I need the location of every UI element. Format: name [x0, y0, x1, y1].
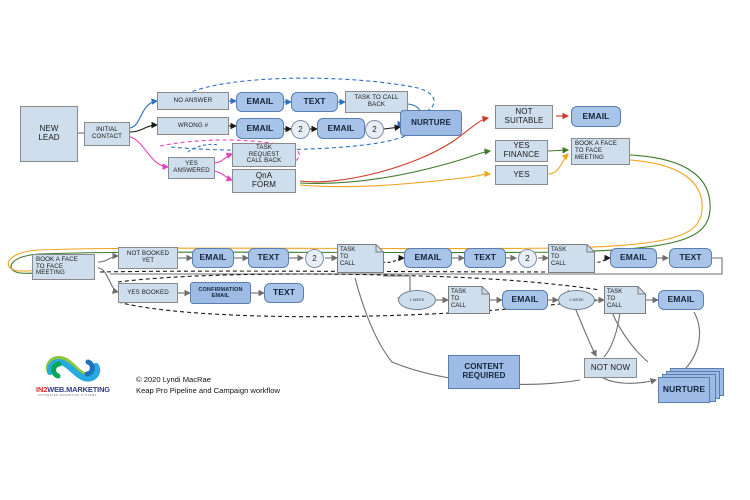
wordmark-part-marketing: MARKETING: [66, 385, 110, 394]
node-wait-1-week-2[interactable]: 1 WEEK: [558, 290, 595, 310]
node-text-row2-3[interactable]: TEXT: [669, 248, 712, 268]
edge-task1-down: [354, 277, 393, 363]
node-text-row2-1[interactable]: TEXT: [248, 248, 289, 268]
node-yes-answered[interactable]: YES ANSWERED: [168, 157, 215, 179]
node-label: TASK TO CALL: [607, 289, 623, 310]
wordmark-part-in2: IN2: [36, 385, 48, 394]
edge-task1-email2-dashed: [381, 254, 406, 263]
node-nurture-row1[interactable]: NURTURE: [400, 110, 462, 136]
edge-task4-down2: [611, 311, 649, 363]
node-wrong-number[interactable]: WRONG #: [157, 117, 229, 135]
edge-yes-qna: [213, 170, 234, 182]
subtitle-line: Keap Pro Pipeline and Campaign workflow: [136, 386, 280, 395]
node-task-to-call-back[interactable]: TASK TO CALL BACK: [345, 91, 408, 113]
node-book-face-to-face-row1[interactable]: BOOK A FACE TO FACE MEETING: [571, 138, 630, 165]
edge-yesfinance-book: [547, 146, 570, 154]
node-label: TASK TO CALL: [551, 247, 567, 268]
node-email-row1-c[interactable]: EMAIL: [317, 118, 365, 139]
node-email-row1-b[interactable]: EMAIL: [236, 118, 284, 139]
node-text-confirmation[interactable]: TEXT: [264, 283, 304, 303]
edge-task4-notnow: [603, 311, 621, 358]
node-text-row1-a[interactable]: TEXT: [291, 92, 338, 112]
node-initial-contact[interactable]: INITIAL CONTACT: [84, 122, 130, 146]
edge-book-notbooked: [97, 252, 120, 263]
node-counter-row2-1[interactable]: 2: [305, 249, 324, 268]
node-no-answer[interactable]: NO ANSWER: [157, 92, 229, 110]
node-wait-1-week-1[interactable]: 1 WEEK: [398, 290, 436, 310]
node-content-required[interactable]: CONTENT REQUIRED: [448, 355, 520, 389]
node-not-booked-yet[interactable]: NOT BOOKED YET: [118, 247, 178, 269]
node-email-row2-2[interactable]: EMAIL: [404, 248, 452, 268]
edge-counter2-nurture: [383, 124, 402, 131]
in2web-wordmark: IN2WEB.MARKETING: [36, 385, 120, 394]
node-not-now[interactable]: NOT NOW: [584, 358, 637, 378]
node-new-lead[interactable]: NEW LEAD: [20, 106, 78, 162]
credit-block: © 2020 Lyndi MacRae Keap Pro Pipeline an…: [136, 374, 280, 396]
node-yes-finance[interactable]: YES FINANCE: [495, 140, 548, 162]
node-counter-row1-1[interactable]: 2: [291, 120, 310, 139]
edge-initial-noanswer: [129, 98, 159, 129]
node-counter-row2-2[interactable]: 2: [518, 249, 537, 268]
node-book-face-to-face-row2[interactable]: BOOK A FACE TO FACE MEETING: [32, 254, 95, 280]
node-task-to-call-row2-4[interactable]: TASK TO CALL: [604, 286, 646, 314]
node-label: TASK TO CALL: [340, 247, 356, 268]
logo-tagline: AUTOMATED MARKETING SYSTEMS: [38, 394, 97, 397]
edge-yes-book: [547, 153, 569, 175]
node-email-row2-1[interactable]: EMAIL: [192, 248, 234, 268]
wordmark-part-web: WEB.: [47, 385, 67, 394]
node-email-not-suitable[interactable]: EMAIL: [571, 106, 621, 127]
node-task-to-call-row2-1[interactable]: TASK TO CALL: [337, 244, 384, 273]
node-task-to-call-row2-3[interactable]: TASK TO CALL: [448, 286, 490, 314]
node-label: TASK TO CALL: [451, 289, 467, 310]
node-email-row1-a[interactable]: EMAIL: [236, 92, 284, 112]
node-email-row2-4[interactable]: EMAIL: [502, 290, 548, 310]
edge-initial-yesanswered: [129, 136, 170, 170]
copyright-line: © 2020 Lyndi MacRae: [136, 375, 211, 384]
workflow-diagram-canvas: NEW LEAD INITIAL CONTACT NO ANSWER WRONG…: [0, 0, 750, 500]
footer: IN2WEB.MARKETING AUTOMATED MARKETING SYS…: [36, 352, 336, 400]
node-counter-row1-2[interactable]: 2: [365, 120, 384, 139]
node-email-row2-5[interactable]: EMAIL: [658, 290, 704, 310]
node-not-suitable[interactable]: NOT SUITABLE: [495, 105, 553, 129]
in2web-logo-icon: [46, 356, 101, 382]
node-task-request-call-back[interactable]: TASK REQUEST CALL BACK: [232, 143, 296, 167]
node-yes-booked[interactable]: YES BOOKED: [118, 283, 178, 303]
node-confirmation-email[interactable]: CONFIRMATION EMAIL: [190, 282, 251, 304]
node-task-to-call-row2-2[interactable]: TASK TO CALL: [548, 244, 595, 273]
edge-yes-taskrequest: [213, 152, 234, 164]
node-qna-form[interactable]: QnA FORM: [232, 169, 296, 193]
node-text-row2-2[interactable]: TEXT: [464, 248, 506, 268]
node-yes[interactable]: YES: [495, 165, 548, 185]
node-nurture-row3[interactable]: NURTURE: [658, 377, 710, 403]
node-nurture-stack[interactable]: NURTURE: [658, 368, 724, 403]
node-email-row2-3[interactable]: EMAIL: [610, 248, 657, 268]
